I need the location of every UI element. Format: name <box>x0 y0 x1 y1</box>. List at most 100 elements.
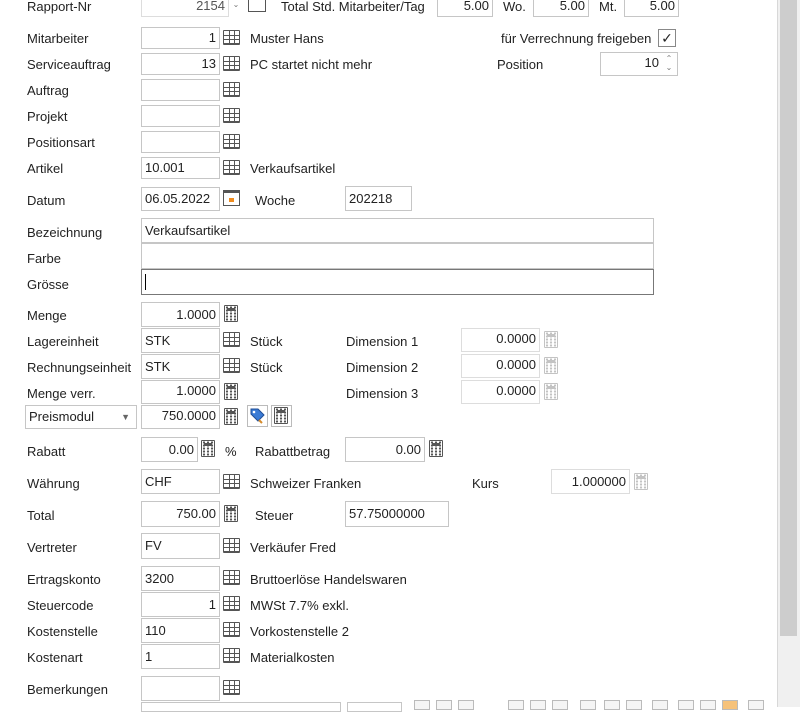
menge-field[interactable]: 1.0000 <box>141 302 220 327</box>
font-color-button[interactable] <box>626 700 642 710</box>
position-spinner[interactable]: ⌃ ⌄ <box>664 54 674 72</box>
total-std-field[interactable]: 5.00 <box>437 0 493 17</box>
calculator-icon[interactable] <box>224 408 238 425</box>
menge-verr-label: Menge verr. <box>27 386 96 401</box>
lookup-grid-icon[interactable] <box>223 474 240 489</box>
auftrag-field[interactable] <box>141 79 220 101</box>
steuercode-field[interactable]: 1 <box>141 592 220 617</box>
lookup-grid-icon[interactable] <box>223 648 240 663</box>
projekt-field[interactable] <box>141 105 220 127</box>
dimension2-field[interactable]: 0.0000 <box>461 354 540 378</box>
calculator-icon[interactable] <box>224 383 238 400</box>
lookup-grid-icon[interactable] <box>223 160 240 175</box>
kurs-field[interactable]: 1.000000 <box>551 469 630 494</box>
farbe-label: Farbe <box>27 251 61 266</box>
price-tag-button[interactable] <box>247 405 268 427</box>
lookup-grid-icon[interactable] <box>223 56 240 71</box>
verrechnung-checkbox[interactable]: ✓ <box>658 29 676 47</box>
woche-label: Woche <box>255 193 296 208</box>
lookup-grid-icon[interactable] <box>223 108 240 123</box>
positionsart-field[interactable] <box>141 131 220 153</box>
preismodul-field[interactable]: 750.0000 <box>141 405 220 429</box>
auftrag-label: Auftrag <box>27 83 69 98</box>
menge-label: Menge <box>27 308 67 323</box>
vertical-scrollbar[interactable] <box>777 0 800 707</box>
lagereinheit-field[interactable]: STK <box>141 328 220 353</box>
waehrung-label: Währung <box>27 476 80 491</box>
rapport-nr-field[interactable]: 2154 <box>141 0 229 17</box>
bemerkungen-label: Bemerkungen <box>27 682 108 697</box>
lookup-grid-icon[interactable] <box>223 538 240 553</box>
artikel-field[interactable]: 10.001 <box>141 157 220 179</box>
calculator-icon <box>544 357 558 374</box>
lagereinheit-desc: Stück <box>250 334 283 349</box>
kostenart-field[interactable]: 1 <box>141 644 220 669</box>
ertragskonto-field[interactable]: 3200 <box>141 566 220 591</box>
calculator-button[interactable] <box>271 405 292 427</box>
bold-button[interactable] <box>414 700 430 710</box>
bullet-list-button[interactable] <box>580 700 596 710</box>
calendar-icon[interactable] <box>223 190 240 206</box>
rechnungseinheit-field[interactable]: STK <box>141 354 220 379</box>
menge-verr-field[interactable]: 1.0000 <box>141 380 220 404</box>
woche-field[interactable]: 202218 <box>345 186 412 211</box>
align-left-button[interactable] <box>508 700 524 710</box>
dimension3-field[interactable]: 0.0000 <box>461 380 540 404</box>
rabattbetrag-field[interactable]: 0.00 <box>345 437 425 462</box>
dimension1-field[interactable]: 0.0000 <box>461 328 540 352</box>
rabattbetrag-label: Rabattbetrag <box>255 444 331 459</box>
align-center-button[interactable] <box>530 700 546 710</box>
serviceauftrag-field[interactable]: 13 <box>141 53 220 75</box>
lookup-grid-icon[interactable] <box>223 358 240 373</box>
rabatt-field[interactable]: 0.00 <box>141 437 198 462</box>
ertragskonto-label: Ertragskonto <box>27 572 101 587</box>
groesse-field[interactable] <box>141 269 654 295</box>
position-label: Position <box>497 57 544 72</box>
font-name-dropdown[interactable] <box>141 702 341 712</box>
datum-field[interactable]: 06.05.2022 <box>141 187 220 211</box>
copy-button[interactable] <box>700 700 716 710</box>
datum-label: Datum <box>27 193 66 208</box>
lookup-grid-icon[interactable] <box>223 596 240 611</box>
lookup-grid-icon[interactable] <box>223 134 240 149</box>
calculator-icon[interactable] <box>201 440 215 457</box>
farbe-field[interactable] <box>141 243 654 269</box>
text-cursor <box>145 274 146 290</box>
scrollbar-thumb[interactable] <box>780 0 797 636</box>
waehrung-field[interactable]: CHF <box>141 469 220 494</box>
document-icon[interactable] <box>248 0 266 12</box>
bemerkungen-field[interactable] <box>141 676 220 701</box>
spellcheck-button[interactable] <box>678 700 694 710</box>
bezeichnung-field[interactable]: Verkaufsartikel <box>141 218 654 243</box>
lookup-grid-icon[interactable] <box>223 30 240 45</box>
calculator-icon[interactable] <box>429 440 443 457</box>
underline-button[interactable] <box>458 700 474 710</box>
mt-field[interactable]: 5.00 <box>624 0 679 17</box>
lookup-grid-icon[interactable] <box>223 332 240 347</box>
lookup-grid-icon[interactable] <box>223 82 240 97</box>
total-label: Total <box>27 508 55 523</box>
font-size-dropdown[interactable] <box>347 702 402 712</box>
calculator-icon[interactable] <box>224 305 238 322</box>
lookup-grid-icon[interactable] <box>223 622 240 637</box>
image-button[interactable] <box>748 700 764 710</box>
indent-button[interactable] <box>652 700 668 710</box>
align-right-button[interactable] <box>552 700 568 710</box>
undo-button[interactable] <box>604 700 620 710</box>
steuer-field[interactable]: 57.75000000 <box>345 501 449 527</box>
rapport-nr-spinner[interactable]: ⌄ <box>231 0 241 9</box>
groesse-label: Grösse <box>27 277 69 292</box>
italic-button[interactable] <box>436 700 452 710</box>
mitarbeiter-name: Muster Hans <box>250 31 324 46</box>
total-field[interactable]: 750.00 <box>141 501 220 527</box>
wo-field[interactable]: 5.00 <box>533 0 589 17</box>
kostenstelle-field[interactable]: 110 <box>141 618 220 643</box>
lookup-grid-icon[interactable] <box>223 680 240 695</box>
lookup-grid-icon[interactable] <box>223 570 240 585</box>
preismodul-select[interactable]: Preismodul ▼ <box>25 405 137 429</box>
rabatt-label: Rabatt <box>27 444 66 459</box>
mitarbeiter-field[interactable]: 1 <box>141 27 220 49</box>
calculator-icon[interactable] <box>224 505 238 522</box>
highlight-button[interactable] <box>722 700 738 710</box>
vertreter-field[interactable]: FV <box>141 533 220 559</box>
